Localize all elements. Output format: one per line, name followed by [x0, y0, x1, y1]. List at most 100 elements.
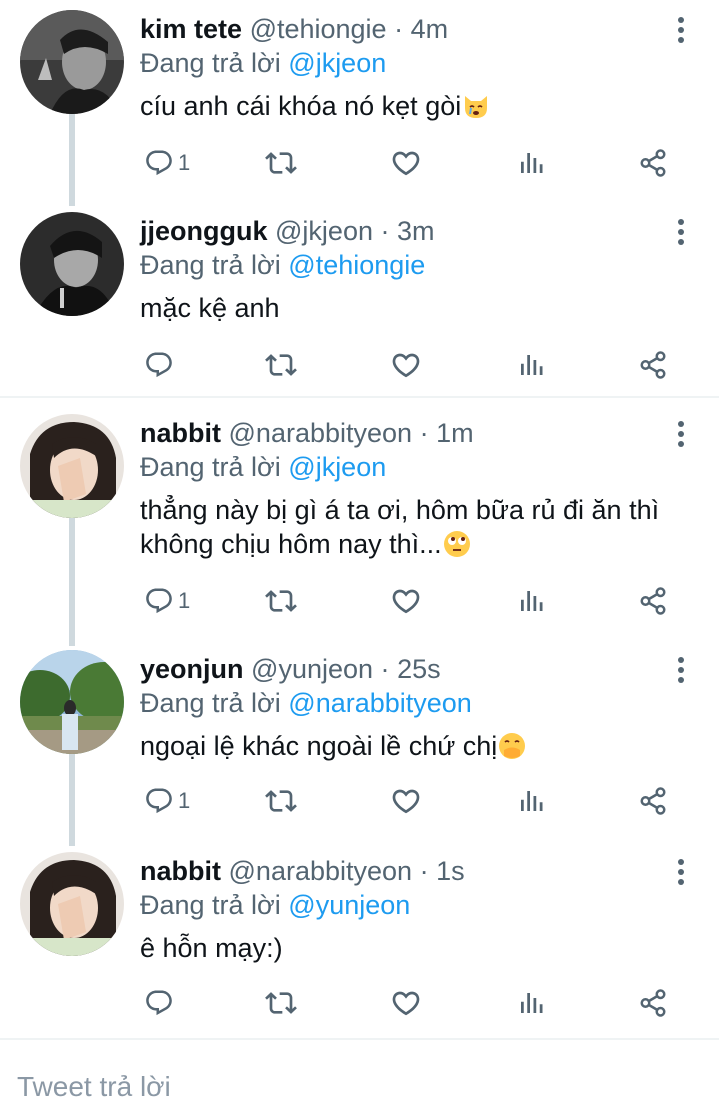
reply-button[interactable]: 1	[144, 784, 190, 818]
retweet-icon	[265, 585, 297, 617]
avatar[interactable]	[20, 650, 124, 754]
analytics-icon	[516, 586, 546, 616]
tweet-text: ê hỗn mạy:)	[140, 933, 283, 963]
timestamp[interactable]: 3m	[397, 216, 435, 246]
analytics-icon	[516, 350, 546, 380]
retweet-icon	[265, 349, 297, 381]
replying-to: Đang trả lời @yunjeon	[140, 888, 699, 922]
avatar[interactable]	[20, 852, 124, 956]
analytics-button[interactable]	[516, 784, 546, 818]
replying-to: Đang trả lời @jkjeon	[140, 46, 699, 80]
tweet[interactable]: nabbit @narabbityeon · 1m Đang trả lời @…	[0, 404, 719, 646]
handle[interactable]: @narabbityeon	[229, 856, 413, 886]
tweet-text: mặc kệ anh	[140, 293, 280, 323]
retweet-button[interactable]	[265, 986, 297, 1020]
separator-dot: ·	[394, 14, 404, 44]
timestamp[interactable]: 1s	[436, 856, 465, 886]
tweet-text: cíu anh cái khóa nó kẹt gòi	[140, 89, 699, 123]
thread-connector	[69, 518, 75, 646]
avatar[interactable]	[20, 212, 124, 316]
like-button[interactable]	[390, 784, 422, 818]
analytics-button[interactable]	[516, 986, 546, 1020]
tweet[interactable]: jjeongguk @jkjeon · 3m Đang trả lời @teh…	[0, 202, 719, 396]
retweet-icon	[265, 987, 297, 1019]
reply-icon	[144, 786, 174, 816]
tweet-text-line: thẳng này bị gì á ta ơi, hôm bữa rủ đi ă…	[140, 495, 660, 525]
tweet-text-line: không chịu hôm nay thì...	[140, 527, 699, 561]
like-button[interactable]	[390, 348, 422, 382]
share-icon	[638, 350, 668, 380]
retweet-button[interactable]	[265, 146, 297, 180]
more-options-icon[interactable]	[676, 420, 686, 448]
analytics-button[interactable]	[516, 584, 546, 618]
more-options-icon[interactable]	[676, 656, 686, 684]
like-button[interactable]	[390, 584, 422, 618]
reply-count: 1	[178, 788, 191, 813]
tweet-actions: 1	[140, 584, 680, 618]
retweet-button[interactable]	[265, 784, 297, 818]
analytics-icon	[516, 148, 546, 178]
more-options-icon[interactable]	[676, 858, 686, 886]
analytics-button[interactable]	[516, 348, 546, 382]
display-name[interactable]: yeonjun	[140, 654, 244, 684]
conversation-divider	[0, 396, 719, 398]
tweet-text: thẳng này bị gì á ta ơi, hôm bữa rủ đi ă…	[140, 493, 699, 561]
timestamp[interactable]: 4m	[411, 14, 449, 44]
reply-button[interactable]	[144, 986, 178, 1020]
tweet-text-content: cíu anh cái khóa nó kẹt gòi	[140, 91, 462, 121]
analytics-icon	[516, 786, 546, 816]
replying-to: Đang trả lời @narabbityeon	[140, 686, 699, 720]
replying-to: Đang trả lời @tehiongie	[140, 248, 699, 282]
display-name[interactable]: nabbit	[140, 418, 221, 448]
retweet-button[interactable]	[265, 584, 297, 618]
display-name[interactable]: kim tete	[140, 14, 242, 44]
timestamp[interactable]: 25s	[397, 654, 441, 684]
handle[interactable]: @yunjeon	[251, 654, 373, 684]
mention-link[interactable]: @yunjeon	[288, 890, 410, 920]
separator-dot: ·	[380, 654, 390, 684]
tweet[interactable]: nabbit @narabbityeon · 1s Đang trả lời @…	[0, 842, 719, 1036]
mention-link[interactable]: @jkjeon	[288, 48, 386, 78]
tweet-actions: 1	[140, 784, 680, 818]
tweet-actions	[140, 348, 680, 382]
tweet[interactable]: yeonjun @yunjeon · 25s Đang trả lời @nar…	[0, 640, 719, 846]
handle[interactable]: @tehiongie	[250, 14, 387, 44]
share-icon	[638, 148, 668, 178]
more-options-icon[interactable]	[676, 218, 686, 246]
share-icon	[638, 786, 668, 816]
share-button[interactable]	[638, 584, 668, 618]
share-button[interactable]	[638, 146, 668, 180]
mention-link[interactable]: @narabbityeon	[288, 688, 472, 718]
retweet-button[interactable]	[265, 348, 297, 382]
tweet-text-content: không chịu hôm nay thì...	[140, 529, 442, 559]
reply-composer[interactable]: Tweet trả lời	[0, 1038, 719, 1102]
retweet-icon	[265, 785, 297, 817]
share-button[interactable]	[638, 784, 668, 818]
handle[interactable]: @narabbityeon	[229, 418, 413, 448]
mention-link[interactable]: @tehiongie	[288, 250, 425, 280]
like-icon	[390, 349, 422, 381]
like-button[interactable]	[390, 986, 422, 1020]
separator-dot: ·	[380, 216, 390, 246]
handle[interactable]: @jkjeon	[275, 216, 373, 246]
reply-button[interactable]: 1	[144, 146, 190, 180]
share-button[interactable]	[638, 348, 668, 382]
share-button[interactable]	[638, 986, 668, 1020]
reply-icon	[144, 148, 174, 178]
mention-link[interactable]: @jkjeon	[288, 452, 386, 482]
like-icon	[390, 147, 422, 179]
display-name[interactable]: nabbit	[140, 856, 221, 886]
reply-button[interactable]: 1	[144, 584, 190, 618]
avatar[interactable]	[20, 10, 124, 114]
like-button[interactable]	[390, 146, 422, 180]
timestamp[interactable]: 1m	[436, 418, 474, 448]
tweet[interactable]: kim tete @tehiongie · 4m Đang trả lời @j…	[0, 0, 719, 206]
reply-icon	[144, 586, 174, 616]
reply-button[interactable]	[144, 348, 178, 382]
share-icon	[638, 988, 668, 1018]
like-icon	[390, 585, 422, 617]
avatar[interactable]	[20, 414, 124, 518]
analytics-button[interactable]	[516, 146, 546, 180]
more-options-icon[interactable]	[676, 16, 686, 44]
display-name[interactable]: jjeongguk	[140, 216, 268, 246]
